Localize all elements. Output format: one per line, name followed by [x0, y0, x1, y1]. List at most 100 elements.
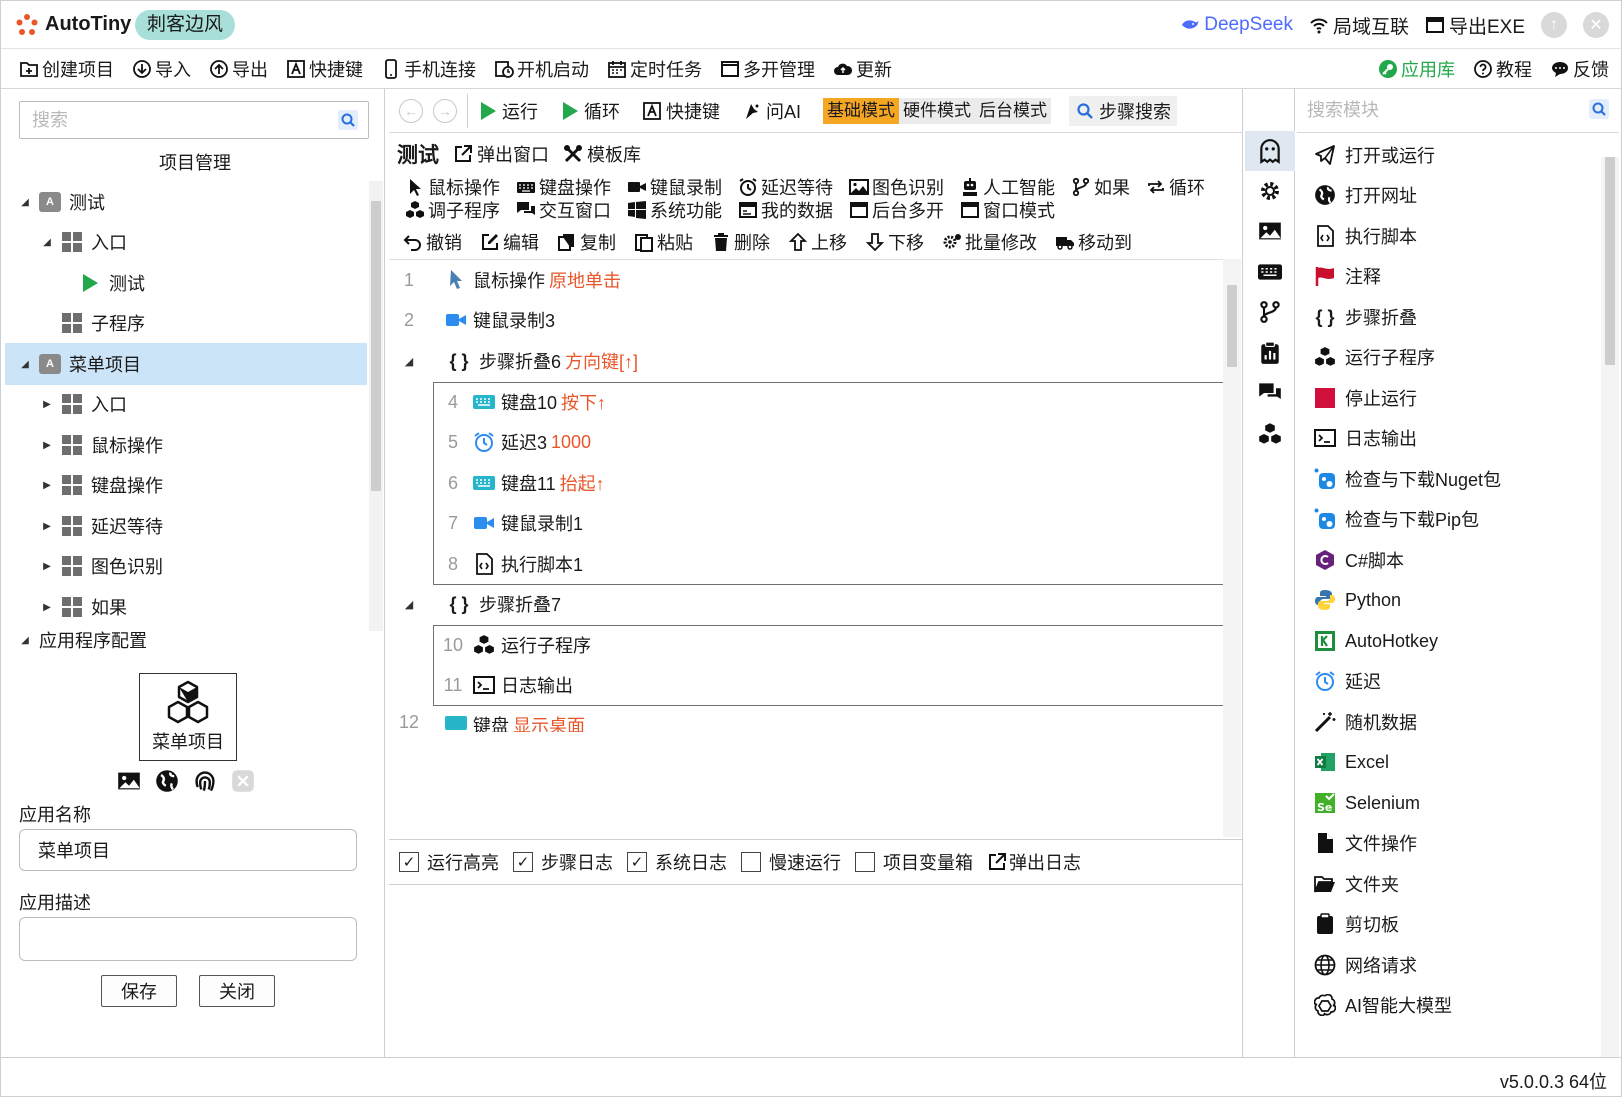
save-button[interactable]: 保存: [101, 975, 177, 1007]
collapse-arrow-icon[interactable]: ◢: [389, 355, 429, 368]
menu-hotkey[interactable]: 快捷键: [286, 56, 363, 82]
edit-button[interactable]: 编辑: [480, 229, 539, 255]
module-log-output[interactable]: 日志输出: [1313, 418, 1417, 458]
expanded-arrow-icon[interactable]: ◢: [19, 196, 31, 208]
collapsed-arrow-icon[interactable]: ▶: [41, 398, 53, 410]
step-row[interactable]: 1 鼠标操作 原地单击: [389, 260, 1223, 300]
close-icon[interactable]: ✕: [1583, 12, 1609, 38]
module-open-run[interactable]: 打开或运行: [1313, 135, 1435, 175]
search-icon[interactable]: [338, 110, 358, 130]
loop-button[interactable]: 循环: [560, 98, 620, 124]
checkbox-var-box[interactable]: 项目变量箱: [855, 849, 973, 875]
popup-window-button[interactable]: 弹出窗口: [453, 141, 549, 167]
popup-log-button[interactable]: 弹出日志: [987, 849, 1081, 875]
module-ai-llm[interactable]: AI智能大模型: [1313, 985, 1452, 1025]
menu-tutorial[interactable]: 教程: [1473, 56, 1532, 82]
tree-scrollbar[interactable]: [369, 181, 383, 631]
template-library-button[interactable]: 模板库: [563, 141, 641, 167]
step-row[interactable]: 6 键盘11 抬起↑: [433, 463, 1223, 503]
module-stop-run[interactable]: 停止运行: [1313, 378, 1417, 418]
module-pip[interactable]: 检查与下载Pip包: [1313, 499, 1479, 539]
module-list-scrollbar[interactable]: [1601, 157, 1619, 1057]
undo-button[interactable]: 撤销: [403, 229, 462, 255]
mode-hardware[interactable]: 硬件模式: [899, 97, 976, 124]
project-search-input[interactable]: [20, 102, 320, 138]
step-search-button[interactable]: 步骤搜索: [1069, 95, 1178, 126]
hotkey-button[interactable]: 快捷键: [642, 98, 720, 124]
module-http-request[interactable]: 网络请求: [1313, 945, 1417, 985]
ask-ai-button[interactable]: 问AI: [742, 98, 801, 124]
remove-icon[interactable]: [231, 769, 255, 793]
category-loop[interactable]: 循环: [1146, 174, 1205, 200]
module-file-ops[interactable]: 文件操作: [1313, 823, 1417, 863]
category-my-data[interactable]: 我的数据: [738, 197, 833, 223]
expanded-arrow-icon[interactable]: ◢: [19, 358, 31, 370]
menu-phone-connect[interactable]: 手机连接: [381, 56, 476, 82]
category-window-mode[interactable]: 窗口模式: [960, 197, 1055, 223]
search-icon[interactable]: [1589, 99, 1609, 119]
checkbox-box[interactable]: [741, 852, 761, 872]
fold-row[interactable]: ◢ { } 步骤折叠6 方向键[↑]: [389, 341, 1223, 381]
deepseek-button[interactable]: DeepSeek: [1180, 14, 1293, 36]
move-up-button[interactable]: 上移: [788, 229, 847, 255]
collapsed-arrow-icon[interactable]: ▶: [41, 601, 53, 613]
tree-item-subroutine[interactable]: 子程序: [5, 302, 367, 344]
menu-update[interactable]: 更新: [833, 56, 892, 82]
tree-item-image-color[interactable]: ▶ 图色识别: [5, 545, 367, 587]
lan-button[interactable]: 局域互联: [1309, 12, 1409, 39]
tree-item-project-test[interactable]: ◢ A 测试: [5, 181, 367, 223]
collapsed-arrow-icon[interactable]: ▶: [41, 439, 53, 451]
step-row[interactable]: 7 键鼠录制1: [433, 503, 1223, 543]
batch-edit-button[interactable]: 批量修改: [942, 229, 1037, 255]
category-if[interactable]: 如果: [1071, 174, 1130, 200]
collapsed-arrow-icon[interactable]: ▶: [41, 560, 53, 572]
step-row[interactable]: 4 键盘10 按下↑: [433, 382, 1223, 422]
collapsed-arrow-icon[interactable]: ▶: [41, 479, 53, 491]
user-badge[interactable]: 刺客边风: [135, 10, 236, 40]
tree-item-delay[interactable]: ▶ 延迟等待: [5, 505, 367, 547]
module-nuget[interactable]: 检查与下载Nuget包: [1313, 459, 1501, 499]
upload-icon[interactable]: ↑: [1541, 12, 1567, 38]
step-row[interactable]: 12 键盘 显示桌面: [389, 706, 1223, 732]
checkbox-slow-run[interactable]: 慢速运行: [741, 849, 841, 875]
menu-create-project[interactable]: 创建项目: [19, 56, 114, 82]
ghost-icon[interactable]: [1245, 131, 1295, 171]
step-row[interactable]: 11 日志输出: [433, 665, 1223, 705]
image-icon[interactable]: [1245, 211, 1295, 251]
menu-scheduled-task[interactable]: 定时任务: [607, 56, 702, 82]
clipboard-chart-icon[interactable]: [1245, 333, 1295, 373]
step-row[interactable]: 8 执行脚本1: [433, 544, 1223, 584]
module-python[interactable]: Python: [1313, 580, 1401, 620]
menu-import[interactable]: 导入: [132, 56, 191, 82]
tree-item-if[interactable]: ▶ 如果: [5, 586, 367, 628]
app-desc-field[interactable]: [19, 917, 357, 961]
app-name-field[interactable]: 菜单项目: [19, 829, 357, 871]
module-folder[interactable]: 文件夹: [1313, 864, 1399, 904]
module-selenium[interactable]: Se Selenium: [1313, 783, 1420, 823]
category-bg-multi[interactable]: 后台多开: [849, 197, 944, 223]
move-down-button[interactable]: 下移: [865, 229, 924, 255]
category-system[interactable]: 系统功能: [627, 197, 722, 223]
collapse-arrow-icon[interactable]: ◢: [389, 598, 429, 611]
delete-button[interactable]: 删除: [711, 229, 770, 255]
copy-button[interactable]: 复制: [557, 229, 616, 255]
mode-basic[interactable]: 基础模式: [823, 97, 900, 124]
module-open-url[interactable]: 打开网址: [1313, 175, 1417, 215]
log-output-area[interactable]: [389, 886, 1241, 1056]
checkbox-box[interactable]: ✓: [513, 852, 533, 872]
globe-icon[interactable]: [155, 769, 179, 793]
app-config-header[interactable]: ◢ 应用程序配置: [19, 627, 147, 653]
tree-item-entry[interactable]: ◢ 入口: [5, 221, 367, 263]
module-search-input[interactable]: [1297, 89, 1567, 131]
module-step-fold[interactable]: { } 步骤折叠: [1313, 297, 1417, 337]
paste-button[interactable]: 粘贴: [634, 229, 693, 255]
tree-item-entry[interactable]: ▶ 入口: [5, 383, 367, 425]
checkbox-box[interactable]: ✓: [399, 852, 419, 872]
category-interactive[interactable]: 交互窗口: [516, 197, 611, 223]
scrollbar-thumb[interactable]: [371, 201, 381, 491]
collapsed-arrow-icon[interactable]: ▶: [41, 520, 53, 532]
checkbox-box[interactable]: [855, 852, 875, 872]
menu-app-library[interactable]: 应用库: [1378, 56, 1455, 82]
module-csharp[interactable]: C#脚本: [1313, 540, 1404, 580]
step-row[interactable]: 2 键鼠录制3: [389, 300, 1223, 340]
